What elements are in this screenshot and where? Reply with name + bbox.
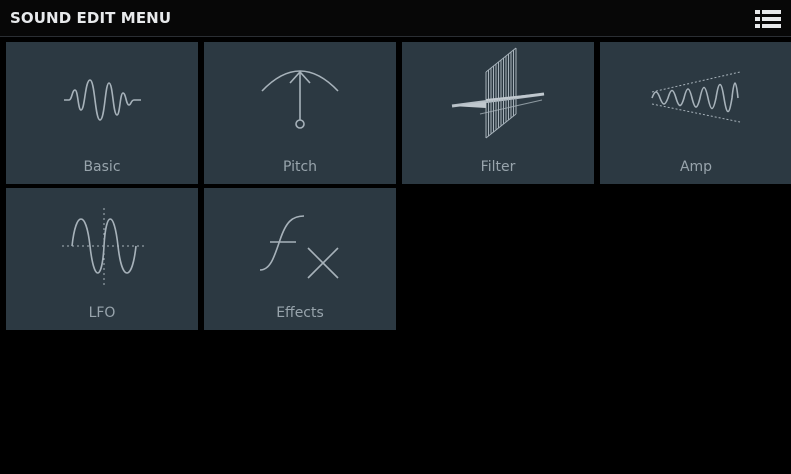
tile-label-pitch: Pitch (282, 159, 318, 175)
tile-pitch[interactable]: Pitch (204, 42, 396, 184)
tile-lfo[interactable]: LFO (6, 188, 198, 330)
title-bar: SOUND EDIT MENU (0, 0, 791, 37)
tile-amp[interactable]: Amp (600, 42, 791, 184)
tile-label-filter: Filter (480, 159, 516, 175)
page-title: SOUND EDIT MENU (10, 9, 172, 27)
tile-filter[interactable]: Filter (402, 42, 594, 184)
tile-label-amp: Amp (679, 159, 713, 175)
tile-effects[interactable]: Effects (204, 188, 396, 330)
tile-label-lfo: LFO (88, 305, 116, 321)
tile-basic[interactable]: Basic (6, 42, 198, 184)
tile-label-basic: Basic (83, 159, 121, 175)
tile-label-effects: Effects (276, 305, 324, 321)
list-menu-icon (755, 10, 781, 28)
menu-button[interactable] (755, 9, 781, 29)
